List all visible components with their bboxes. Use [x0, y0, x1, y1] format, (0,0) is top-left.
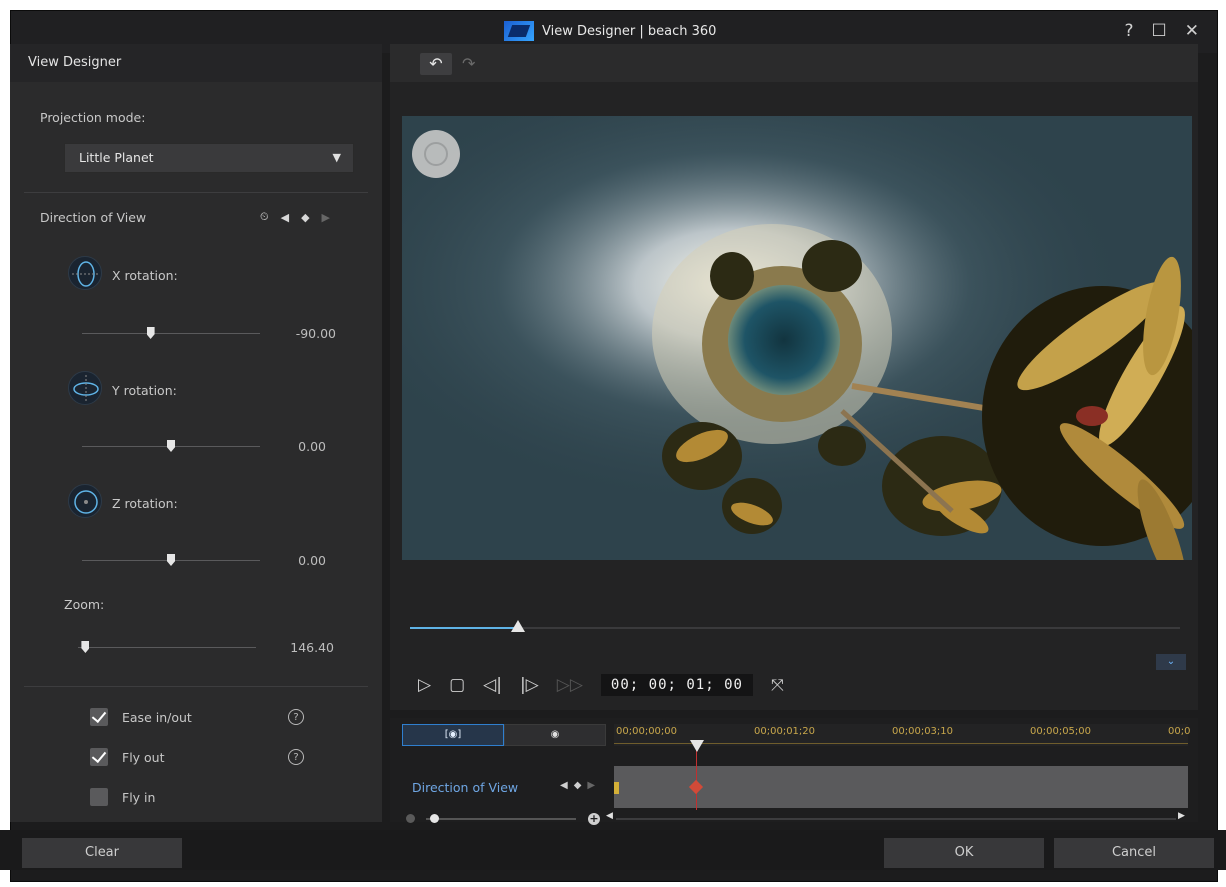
direction-of-view-label: Direction of View	[40, 210, 147, 225]
zoom-in-icon[interactable]: +	[588, 813, 600, 825]
ease-in-out-checkbox[interactable]	[90, 708, 108, 726]
y-rotation-value: 0.00	[298, 439, 326, 454]
chevron-down-icon: ▼	[332, 151, 341, 164]
y-rotation-label: Y rotation:	[112, 383, 177, 398]
fly-in-label: Fly in	[122, 790, 156, 805]
y-rotation-slider[interactable]	[82, 440, 260, 454]
x-rotation-label: X rotation:	[112, 268, 178, 283]
timeline-scrollbar[interactable]	[616, 818, 1176, 820]
track-label: Direction of View	[412, 780, 519, 795]
projection-mode-value: Little Planet	[79, 150, 154, 165]
clear-button[interactable]: Clear	[22, 838, 182, 868]
ruler-tick-label: 00;00;05;00	[1030, 726, 1092, 737]
slider-track	[78, 647, 256, 648]
little-planet-image	[402, 116, 1192, 560]
ruler-tick-label: 00;00;00;00	[616, 726, 678, 737]
video-preview[interactable]	[402, 116, 1192, 560]
fly-out-checkbox[interactable]	[90, 748, 108, 766]
undo-button[interactable]: ↶	[420, 53, 452, 75]
app-logo-icon	[504, 21, 534, 41]
timecode-display[interactable]: 00; 00; 01; 00	[600, 674, 753, 696]
z-rotation-label: Z rotation:	[112, 496, 178, 511]
zoom-label: Zoom:	[64, 597, 105, 612]
tab-keyframe-view[interactable]: [◉]	[402, 724, 504, 746]
navigation-control-icon[interactable]	[412, 130, 460, 178]
z-rotation-value: 0.00	[298, 553, 326, 568]
slider-thumb[interactable]	[167, 554, 175, 566]
timeline-zoom-bar: + ◀ ▶	[402, 811, 1188, 825]
help-button[interactable]: ?	[1124, 21, 1133, 41]
timeline-tabs: [◉] ◉	[402, 724, 606, 746]
slider-thumb[interactable]	[81, 641, 90, 653]
keyframe-diamond-icon[interactable]: ◆	[301, 211, 309, 224]
previous-keyframe-icon[interactable]: ◀	[560, 780, 568, 791]
fly-out-label: Fly out	[122, 750, 165, 765]
transport-controls: ▷ ▢ ◁| |▷ ▷▷ 00; 00; 01; 00 ⤧	[418, 674, 784, 696]
previous-frame-icon[interactable]: ◁|	[483, 675, 502, 695]
window-title-group: View Designer | beach 360	[504, 21, 716, 41]
dialog-footer: Clear OK Cancel	[0, 830, 1226, 870]
close-button[interactable]: ✕	[1185, 21, 1199, 41]
x-rotation-slider[interactable]	[82, 327, 260, 341]
play-icon[interactable]: ▷	[418, 675, 431, 695]
redo-button[interactable]: ↷	[462, 53, 482, 75]
tab-overview[interactable]: ◉	[504, 724, 606, 746]
stop-icon[interactable]: ▢	[449, 675, 465, 695]
start-keyframe-marker[interactable]	[614, 782, 619, 794]
fly-out-help-icon[interactable]: ?	[288, 749, 304, 765]
ok-button[interactable]: OK	[884, 838, 1044, 868]
track-keyframe-tools: ◀ ◆ ▶	[560, 780, 595, 791]
window-controls: ? ☐ ✕	[1124, 21, 1199, 41]
maximize-button[interactable]: ☐	[1152, 21, 1167, 41]
previous-keyframe-icon[interactable]: ◀	[281, 211, 289, 224]
slider-track	[82, 333, 260, 334]
next-keyframe-icon[interactable]: ▶	[322, 211, 330, 224]
next-frame-icon[interactable]: |▷	[520, 675, 539, 695]
cancel-button[interactable]: Cancel	[1054, 838, 1214, 868]
ruler-tick-label: 00;0	[1168, 726, 1191, 737]
timeline-zoom-track[interactable]	[426, 818, 576, 820]
preview-area: ⌄ ▷ ▢ ◁| |▷ ▷▷ 00; 00; 01; 00 ⤧	[390, 82, 1198, 710]
slider-thumb[interactable]	[167, 440, 175, 452]
fast-forward-icon[interactable]: ▷▷	[557, 675, 583, 695]
scroll-left-icon[interactable]: ◀	[606, 811, 613, 821]
zoom-value: 146.40	[290, 640, 334, 655]
x-rotation-value: -90.00	[295, 326, 336, 341]
zoom-slider[interactable]	[78, 641, 256, 655]
keyframe-tools: ⏲ ◀ ◆ ▶	[260, 210, 330, 224]
x-rotation-icon	[68, 256, 102, 290]
timeline-zoom-knob[interactable]	[430, 814, 439, 823]
z-rotation-icon	[68, 484, 102, 518]
expand-timeline-button[interactable]: ⌄	[1156, 654, 1186, 670]
keyframe-diamond-icon[interactable]: ◆	[574, 780, 582, 791]
z-rotation-slider[interactable]	[82, 554, 260, 568]
projection-mode-label: Projection mode:	[40, 110, 146, 125]
edit-toolbar: ↶ ↷	[390, 44, 1198, 82]
settings-panel: View Designer Projection mode: Little Pl…	[10, 44, 382, 822]
ease-in-out-label: Ease in/out	[122, 710, 192, 725]
playback-scrubber[interactable]	[410, 620, 1180, 634]
scroll-right-icon[interactable]: ▶	[1178, 811, 1185, 821]
panel-header: View Designer	[10, 44, 382, 82]
y-rotation-icon	[68, 371, 102, 405]
ruler-tick-label: 00;00;01;20	[754, 726, 816, 737]
window-title: View Designer | beach 360	[542, 23, 717, 39]
next-keyframe-icon[interactable]: ▶	[587, 780, 595, 791]
scrubber-progress	[410, 627, 518, 629]
projection-mode-dropdown[interactable]: Little Planet ▼	[64, 143, 354, 173]
fit-screen-icon[interactable]: ⤧	[771, 675, 784, 695]
divider	[24, 686, 368, 687]
divider	[24, 192, 368, 193]
ruler-tick-label: 00;00;03;10	[892, 726, 954, 737]
add-keyframe-icon[interactable]: ⏲	[260, 210, 269, 224]
scrubber-knob[interactable]	[510, 620, 525, 632]
playhead-line	[696, 742, 697, 810]
ease-help-icon[interactable]: ?	[288, 709, 304, 725]
playhead-handle[interactable]	[690, 740, 704, 752]
slider-thumb[interactable]	[146, 327, 155, 339]
keyframe-timeline: [◉] ◉ 00;00;00;00 00;00;01;20 00;00;03;1…	[390, 718, 1198, 825]
zoom-out-icon[interactable]	[406, 814, 415, 823]
fly-in-checkbox[interactable]	[90, 788, 108, 806]
scrubber-track	[410, 627, 1180, 629]
